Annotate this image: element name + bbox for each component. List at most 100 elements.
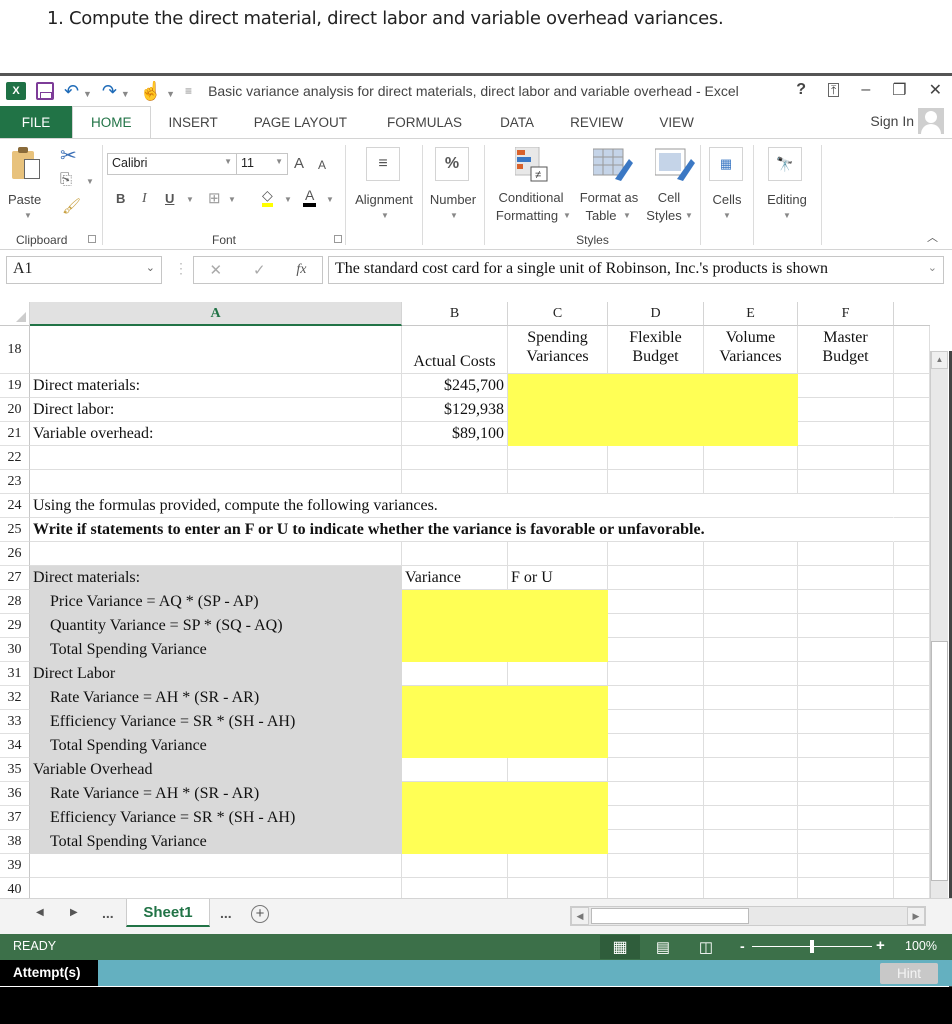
cell-d38[interactable] <box>608 830 704 854</box>
cell-a30[interactable]: Total Spending Variance <box>30 638 402 662</box>
column-header-c[interactable]: C <box>508 302 608 326</box>
cell-d21[interactable] <box>608 422 704 446</box>
cell-b32[interactable] <box>402 686 508 710</box>
cell-d18[interactable]: Flexible Budget <box>608 326 704 374</box>
cell-e32[interactable] <box>704 686 798 710</box>
zoom-in-button[interactable]: + <box>876 937 885 954</box>
font-color-button[interactable]: A <box>303 187 317 207</box>
zoom-level[interactable]: 100% <box>905 939 937 953</box>
cell-b38[interactable] <box>402 830 508 854</box>
number-group[interactable]: % Number ▼ <box>423 139 483 249</box>
row-header[interactable]: 36 <box>0 782 30 806</box>
resize-handle-icon[interactable]: ⋮ <box>174 260 188 277</box>
cell-g20[interactable] <box>894 398 930 422</box>
cell-g29[interactable] <box>894 614 930 638</box>
add-sheet-icon[interactable]: + <box>251 905 269 923</box>
ribbon-display-icon[interactable]: ⤒ <box>828 83 840 97</box>
cell-g27[interactable] <box>894 566 930 590</box>
cell-c23[interactable] <box>508 470 608 494</box>
cell-f21[interactable] <box>798 422 894 446</box>
cell-a26[interactable] <box>30 542 402 566</box>
cell-e37[interactable] <box>704 806 798 830</box>
cell-c35[interactable] <box>508 758 608 782</box>
redo-button[interactable]: ↷ ▼ <box>102 81 130 102</box>
cell-c29[interactable] <box>508 614 608 638</box>
cell-a33[interactable]: Efficiency Variance = SR * (SH - AH) <box>30 710 402 734</box>
tab-formulas[interactable]: FORMULAS <box>365 106 480 138</box>
cell-f27[interactable] <box>798 566 894 590</box>
cell-f30[interactable] <box>798 638 894 662</box>
clipboard-launcher-icon[interactable] <box>88 235 96 243</box>
tab-view[interactable]: VIEW <box>641 106 712 138</box>
cell-f31[interactable] <box>798 662 894 686</box>
cell-a23[interactable] <box>30 470 402 494</box>
cell-d31[interactable] <box>608 662 704 686</box>
cell-b36[interactable] <box>402 782 508 806</box>
cell-c20[interactable] <box>508 398 608 422</box>
font-size-select[interactable]: 11 ▼ <box>236 153 288 175</box>
cell-c30[interactable] <box>508 638 608 662</box>
cell-a38[interactable]: Total Spending Variance <box>30 830 402 854</box>
cell-a25[interactable]: Write if statements to enter an F or U t… <box>30 518 830 542</box>
cell-e31[interactable] <box>704 662 798 686</box>
cell-a32[interactable]: Rate Variance = AH * (SR - AR) <box>30 686 402 710</box>
cell-f32[interactable] <box>798 686 894 710</box>
cell-d19[interactable] <box>608 374 704 398</box>
shrink-font-button[interactable]: A <box>318 158 326 172</box>
cell-b29[interactable] <box>402 614 508 638</box>
scroll-left-icon[interactable]: ◀ <box>571 907 589 925</box>
row-header[interactable]: 29 <box>0 614 30 638</box>
touch-mode-button[interactable]: ☝ ▼ <box>140 81 175 102</box>
editing-group[interactable]: 🔭 Editing ▼ <box>754 139 820 249</box>
row-header[interactable]: 24 <box>0 494 30 518</box>
row-header[interactable]: 34 <box>0 734 30 758</box>
cell-c32[interactable] <box>508 686 608 710</box>
cell-f29[interactable] <box>798 614 894 638</box>
cell-d29[interactable] <box>608 614 704 638</box>
cell-g25[interactable] <box>894 518 930 542</box>
italic-button[interactable]: I <box>142 191 147 207</box>
cell-c36[interactable] <box>508 782 608 806</box>
restore-button[interactable]: ❐ <box>892 80 906 100</box>
scroll-right-icon[interactable]: ▶ <box>907 907 925 925</box>
row-header[interactable]: 25 <box>0 518 30 542</box>
cell-a21[interactable]: Variable overhead: <box>30 422 402 446</box>
row-header[interactable]: 20 <box>0 398 30 422</box>
cell-c18[interactable]: Spending Variances <box>508 326 608 374</box>
cell-c37[interactable] <box>508 806 608 830</box>
cell-f39[interactable] <box>798 854 894 878</box>
tab-page-layout[interactable]: PAGE LAYOUT <box>236 106 365 138</box>
copy-icon[interactable]: ⎘ <box>60 171 72 188</box>
cell-d39[interactable] <box>608 854 704 878</box>
cell-g22[interactable] <box>894 446 930 470</box>
save-icon[interactable] <box>36 82 54 100</box>
cell-g38[interactable] <box>894 830 930 854</box>
more-sheets-left[interactable]: ... <box>102 905 114 921</box>
horizontal-scroll-thumb[interactable] <box>591 908 749 924</box>
cell-a28[interactable]: Price Variance = AQ * (SP - AP) <box>30 590 402 614</box>
cell-e33[interactable] <box>704 710 798 734</box>
cell-a31[interactable]: Direct Labor <box>30 662 402 686</box>
cell-e34[interactable] <box>704 734 798 758</box>
cell-c38[interactable] <box>508 830 608 854</box>
cell-e38[interactable] <box>704 830 798 854</box>
previous-sheet-icon[interactable]: ◀ <box>36 907 44 918</box>
row-header[interactable]: 21 <box>0 422 30 446</box>
cell-a37[interactable]: Efficiency Variance = SR * (SH - AH) <box>30 806 402 830</box>
cell-f26[interactable] <box>798 542 894 566</box>
cell-a22[interactable] <box>30 446 402 470</box>
cell-b33[interactable] <box>402 710 508 734</box>
zoom-slider[interactable] <box>752 940 872 953</box>
cell-d36[interactable] <box>608 782 704 806</box>
cell-a29[interactable]: Quantity Variance = SP * (SQ - AQ) <box>30 614 402 638</box>
cell-c34[interactable] <box>508 734 608 758</box>
cell-g35[interactable] <box>894 758 930 782</box>
font-launcher-icon[interactable] <box>334 235 342 243</box>
cell-e29[interactable] <box>704 614 798 638</box>
cell-g37[interactable] <box>894 806 930 830</box>
cell-f20[interactable] <box>798 398 894 422</box>
customize-icon[interactable]: ≡ <box>185 84 192 98</box>
cell-b27[interactable]: Variance <box>402 566 508 590</box>
normal-view-button[interactable]: ▦ <box>600 935 640 959</box>
row-header[interactable]: 18 <box>0 326 30 374</box>
